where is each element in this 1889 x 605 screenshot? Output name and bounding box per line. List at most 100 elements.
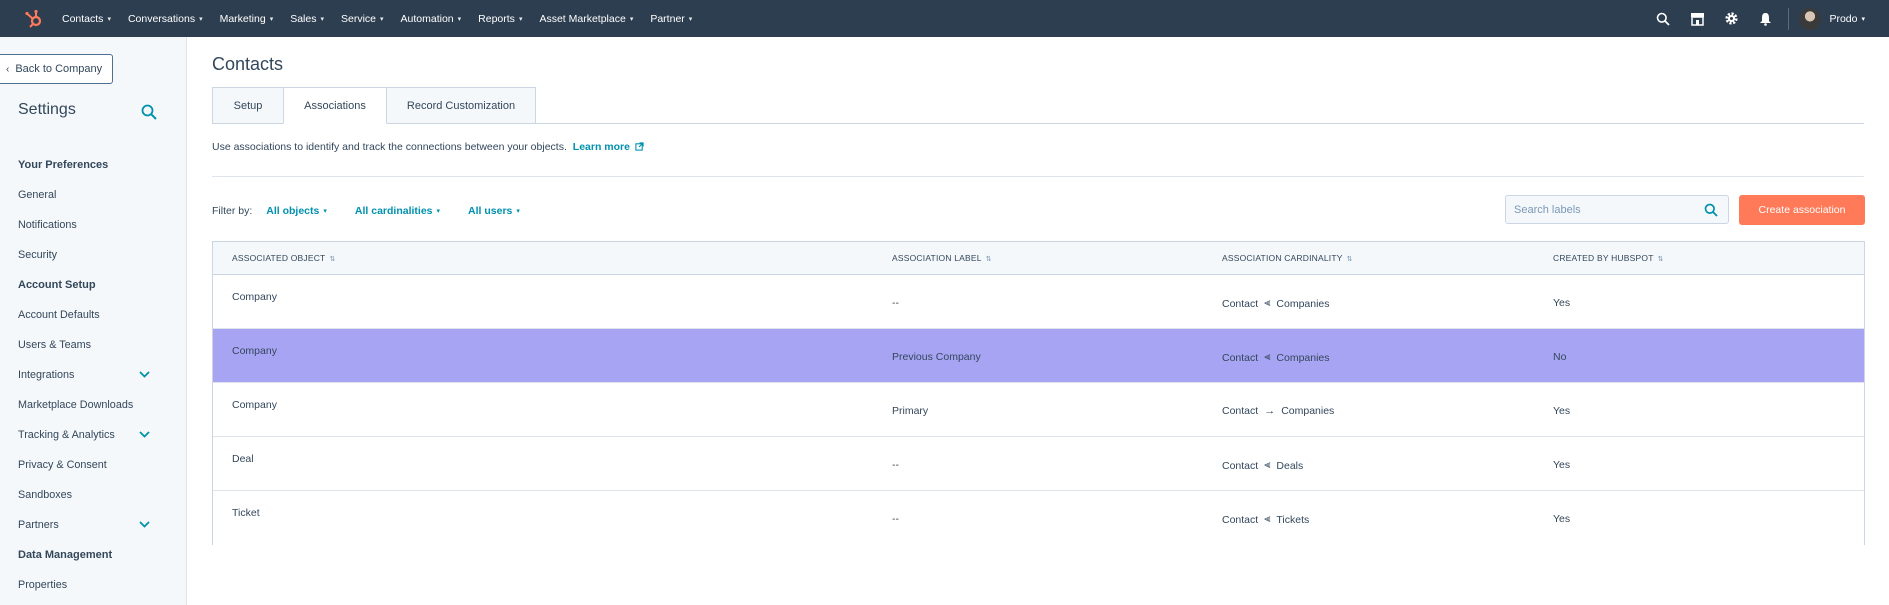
header-association-label[interactable]: ASSOCIATION LABEL ⇅ — [892, 242, 992, 275]
filter-objects-dropdown[interactable]: All objects ▾ — [266, 205, 327, 217]
cardinality-from: Contact — [1222, 297, 1259, 310]
chevron-down-icon: ▾ — [436, 208, 441, 215]
sort-icon: ⇅ — [329, 256, 336, 263]
one-to-many-icon: ⫷ — [1264, 459, 1271, 471]
cell-associated-object: Company — [232, 291, 277, 303]
nav-divider — [1788, 7, 1790, 30]
nav-label: Reports — [478, 12, 515, 25]
sidebar-item-notifications[interactable]: Notifications — [0, 210, 186, 240]
avatar[interactable] — [1799, 7, 1822, 30]
chevron-down-icon[interactable] — [139, 360, 150, 390]
sort-icon: ⇅ — [1657, 256, 1664, 263]
chevron-down-icon: ▾ — [380, 15, 384, 23]
nav-label: Service — [341, 12, 377, 25]
table-row[interactable]: Company -- Contact ⫷ Companies Yes — [213, 275, 1864, 329]
sidebar-item-marketplace-downloads[interactable]: Marketplace Downloads — [0, 390, 186, 420]
sort-icon: ⇅ — [1346, 256, 1353, 263]
divider — [212, 176, 1864, 177]
dropdown-value: All cardinalities — [354, 205, 433, 217]
sidebar-item-account-defaults[interactable]: Account Defaults — [0, 300, 186, 330]
marketplace-icon[interactable] — [1680, 0, 1714, 37]
cardinality-from: Contact — [1222, 405, 1259, 417]
table-row[interactable]: Deal -- Contact ⫷ Deals Yes — [213, 437, 1864, 491]
filter-users-dropdown[interactable]: All users ▾ — [468, 205, 520, 217]
learn-more-link[interactable]: Learn more — [573, 141, 644, 153]
sidebar-item-tracking-analytics[interactable]: Tracking & Analytics — [0, 420, 186, 450]
settings-sidebar: ‹ Back to Company Settings Your Preferen… — [0, 37, 187, 605]
cell-association-label: Primary — [892, 405, 929, 417]
filter-cardinalities-dropdown[interactable]: All cardinalities ▾ — [355, 205, 440, 217]
nav-sales[interactable]: Sales ▾ — [290, 13, 324, 25]
nav-label: Contacts — [62, 12, 104, 25]
header-created-by-hubspot[interactable]: CREATED BY HUBSPOT ⇅ — [1553, 242, 1664, 275]
table-row[interactable]: Company Previous Company Contact ⫷ Compani… — [213, 329, 1864, 383]
chevron-down-icon: ▾ — [629, 15, 634, 23]
cardinality-from: Contact — [1222, 513, 1259, 526]
nav-contacts[interactable]: Contacts ▾ — [62, 13, 111, 25]
nav-asset-marketplace[interactable]: Asset Marketplace ▾ — [539, 13, 633, 25]
sidebar-item-partners[interactable]: Partners — [0, 510, 186, 540]
associations-table: ASSOCIATED OBJECT ⇅ ASSOCIATION LABEL ⇅ AS… — [212, 241, 1865, 545]
nav-partner[interactable]: Partner ▾ — [650, 13, 692, 25]
cell-cardinality: Contact ⫷ Tickets — [1222, 513, 1309, 526]
sidebar-item-privacy-consent[interactable]: Privacy & Consent — [0, 450, 186, 480]
cell-associated-object: Deal — [232, 453, 254, 465]
hubspot-logo-icon[interactable] — [22, 7, 46, 31]
nav-conversations[interactable]: Conversations ▾ — [128, 13, 203, 25]
create-association-button[interactable]: Create association — [1739, 195, 1865, 225]
header-associated-object[interactable]: ASSOCIATED OBJECT ⇅ — [232, 242, 336, 275]
sidebar-item-sandboxes[interactable]: Sandboxes — [0, 480, 186, 510]
search-icon[interactable] — [1646, 0, 1680, 37]
header-association-cardinality[interactable]: ASSOCIATION CARDINALITY ⇅ — [1222, 242, 1353, 275]
cell-association-label: Previous Company — [892, 351, 981, 363]
filter-bar: Filter by: All objects ▾ All cardinalitie… — [212, 201, 548, 221]
cardinality-to: Companies — [1276, 297, 1330, 310]
sidebar-item-properties[interactable]: Properties — [0, 570, 186, 600]
nav-label: Conversations — [127, 12, 196, 25]
nav-marketing[interactable]: Marketing ▾ — [220, 13, 274, 25]
sidebar-item-integrations[interactable]: Integrations — [0, 360, 186, 390]
nav-automation[interactable]: Automation ▾ — [401, 13, 462, 25]
chevron-down-icon: ▾ — [518, 15, 523, 23]
cell-created-by-hubspot: Yes — [1553, 459, 1571, 471]
tab-associations[interactable]: Associations — [283, 87, 387, 124]
cardinality-to: Companies — [1276, 351, 1330, 364]
cell-created-by-hubspot: Yes — [1553, 405, 1571, 417]
nav-label: Asset Marketplace — [539, 12, 626, 25]
tab-setup[interactable]: Setup — [212, 87, 284, 124]
cardinality-from: Contact — [1222, 351, 1259, 364]
sidebar-item-users-teams[interactable]: Users & Teams — [0, 330, 186, 360]
chevron-down-icon[interactable] — [139, 420, 150, 450]
settings-nav: Your Preferences General Notifications S… — [0, 150, 186, 600]
search-icon[interactable] — [1704, 203, 1718, 217]
sidebar-item-general[interactable]: General — [0, 180, 186, 210]
user-name[interactable]: Prodo — [1829, 13, 1857, 25]
header-label: ASSOCIATION LABEL — [892, 253, 982, 263]
description-text: Use associations to identify and track t… — [212, 141, 567, 153]
table-row[interactable]: Ticket -- Contact ⫷ Tickets Yes — [213, 491, 1864, 545]
chevron-down-icon: ▾ — [457, 15, 462, 23]
cell-associated-object: Ticket — [232, 507, 260, 519]
sidebar-item-label: Integrations — [18, 369, 75, 381]
nav-label: Partner — [650, 12, 685, 25]
chevron-down-icon[interactable]: ▾ — [1861, 15, 1865, 23]
nav-label: Marketing — [219, 12, 266, 25]
bell-icon[interactable] — [1748, 0, 1782, 37]
chevron-down-icon[interactable] — [139, 510, 150, 540]
search-labels-input[interactable]: Search labels — [1505, 195, 1729, 224]
nav-label: Sales — [290, 12, 317, 25]
chevron-down-icon: ▾ — [516, 208, 520, 215]
nav-service[interactable]: Service ▾ — [341, 13, 384, 25]
cell-association-label: -- — [892, 297, 899, 309]
sidebar-item-label: Partners — [18, 519, 59, 531]
search-icon[interactable] — [141, 104, 157, 120]
tab-record-customization[interactable]: Record Customization — [386, 87, 536, 124]
table-row[interactable]: Company Primary Contact → Companies Yes — [213, 383, 1864, 437]
back-to-company-button[interactable]: ‹ Back to Company — [0, 54, 113, 84]
nav-reports[interactable]: Reports ▾ — [478, 13, 522, 25]
sidebar-item-security[interactable]: Security — [0, 240, 186, 270]
gear-icon[interactable] — [1714, 0, 1748, 37]
tabs-divider — [212, 123, 1864, 124]
cell-cardinality: Contact → Companies — [1222, 405, 1334, 417]
chevron-down-icon: ▾ — [199, 15, 203, 23]
